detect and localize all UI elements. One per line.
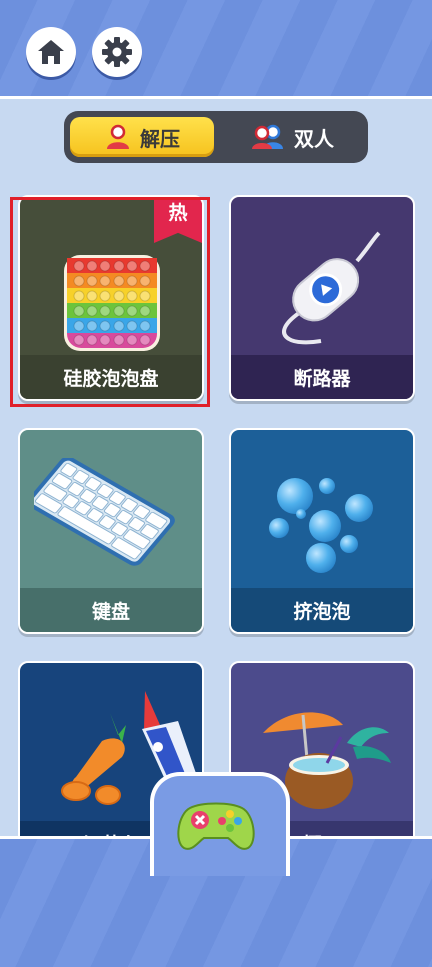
circuit-breaker-icon — [282, 231, 381, 345]
card-keyboard[interactable]: 键盘 — [18, 428, 204, 634]
mode-toggle: 解压 双人 — [64, 111, 368, 163]
tab-two-player[interactable]: 双人 — [222, 117, 362, 157]
card-label: 断路器 — [231, 355, 413, 399]
top-bar — [0, 0, 432, 99]
keyboard-icon — [34, 458, 175, 566]
tab-relax-label: 解压 — [140, 126, 180, 151]
card-label: 挤泡泡 — [231, 588, 413, 632]
bubbles-icon — [269, 478, 373, 573]
selection-highlight — [10, 197, 210, 407]
gear-icon — [102, 37, 132, 67]
card-circuit-breaker[interactable]: 断路器 — [229, 195, 415, 401]
game-center-button[interactable] — [150, 772, 290, 876]
home-icon — [38, 40, 64, 64]
tab-relax[interactable]: 解压 — [70, 117, 214, 157]
two-users-icon — [252, 124, 283, 149]
tab-two-player-label: 双人 — [294, 126, 334, 151]
single-user-icon — [107, 124, 129, 149]
settings-button[interactable] — [92, 27, 142, 77]
card-squeeze-bubbles[interactable]: 挤泡泡 — [229, 428, 415, 634]
card-label: 键盘 — [20, 588, 202, 632]
home-button[interactable] — [26, 27, 76, 77]
gamepad-icon — [177, 802, 255, 850]
